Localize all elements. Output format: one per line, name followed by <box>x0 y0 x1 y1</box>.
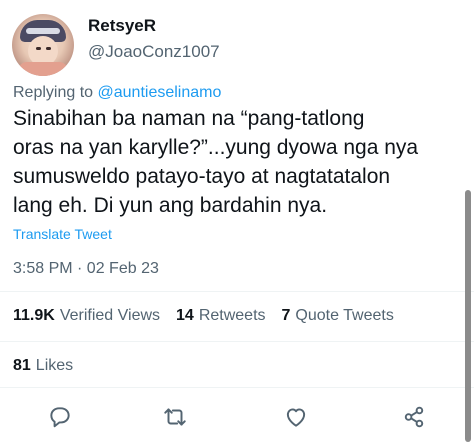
views-stat[interactable]: 11.9K Verified Views <box>13 307 160 325</box>
retweets-label: Retweets <box>198 307 266 324</box>
reply-button[interactable] <box>47 404 73 430</box>
heart-icon <box>286 408 306 427</box>
likes-count: 81 <box>13 357 31 374</box>
avatar[interactable] <box>12 14 74 76</box>
tweet-text: Sinabihan ba naman na “pang-tatlong oras… <box>13 107 419 217</box>
author-display-name[interactable]: RetsyeR <box>88 16 156 36</box>
divider <box>0 291 474 292</box>
retweet-icon <box>164 408 186 426</box>
avatar-scarf <box>18 62 68 76</box>
tweet-actions <box>0 400 474 434</box>
avatar-eye-right <box>46 47 51 50</box>
retweet-button[interactable] <box>162 404 188 430</box>
quotes-label: Quote Tweets <box>295 307 394 324</box>
views-count: 11.9K <box>13 307 55 324</box>
retweets-stat[interactable]: 14 Retweets <box>176 307 266 325</box>
reply-mention-link[interactable]: @auntieselinamo <box>98 84 222 101</box>
scrollbar[interactable] <box>465 190 471 442</box>
divider <box>0 387 474 388</box>
share-button[interactable] <box>401 404 427 430</box>
replying-to-prefix: Replying to <box>13 84 98 101</box>
likes-stat[interactable]: 81 Likes <box>13 357 73 375</box>
retweets-count: 14 <box>176 307 194 324</box>
share-icon <box>404 406 424 428</box>
translate-tweet-link[interactable]: Translate Tweet <box>13 226 112 242</box>
like-button[interactable] <box>283 404 309 430</box>
tweet-detail: RetsyeR @JoaoConz1007 Replying to @aunti… <box>0 0 474 445</box>
quotes-count: 7 <box>281 307 291 324</box>
comment-icon <box>50 407 70 428</box>
views-label: Verified Views <box>59 307 161 324</box>
replying-to: Replying to @auntieselinamo <box>13 84 221 102</box>
avatar-eye-left <box>36 47 41 50</box>
author-handle[interactable]: @JoaoConz1007 <box>88 42 220 62</box>
divider <box>0 341 474 342</box>
tweet-stats: 11.9K Verified Views 14 Retweets 7 Quote Tw… <box>13 307 410 325</box>
quotes-stat[interactable]: 7 Quote Tweets <box>282 307 394 325</box>
tweet-timestamp[interactable]: 3:58 PM · 02 Feb 23 <box>13 260 159 278</box>
avatar-headband <box>26 28 60 34</box>
likes-label: Likes <box>35 357 74 374</box>
